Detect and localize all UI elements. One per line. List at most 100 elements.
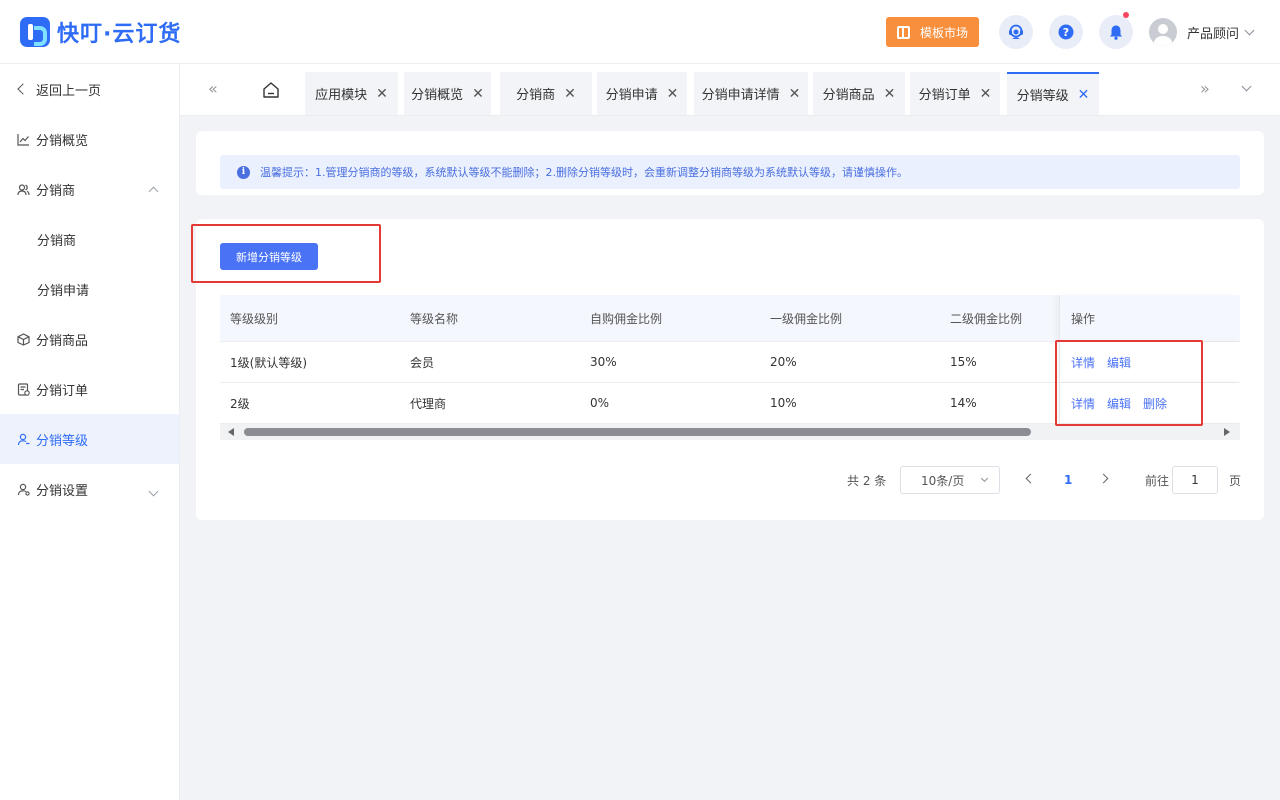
- scroll-left-arrow-icon[interactable]: [228, 428, 234, 436]
- close-icon[interactable]: ✕: [884, 86, 896, 102]
- customer-service-button[interactable]: [999, 15, 1033, 49]
- self-rate-cell: 0%: [590, 396, 610, 410]
- tab-label: 分销申请: [605, 88, 658, 103]
- tab-label: 应用模块: [315, 88, 368, 103]
- column-header: 等级级别: [230, 311, 279, 326]
- bell-icon: [1110, 25, 1122, 40]
- sidebar-subitem-distributors[interactable]: 分销商: [0, 214, 179, 264]
- l2-rate-cell: 15%: [950, 355, 977, 369]
- sidebar-item-label: 分销商: [36, 183, 76, 199]
- goto-page-input[interactable]: [1172, 466, 1218, 494]
- close-icon[interactable]: ✕: [472, 86, 484, 102]
- close-icon[interactable]: ✕: [789, 86, 801, 102]
- tabs-scroll-left-icon[interactable]: «: [208, 81, 218, 97]
- tab-application-detail[interactable]: 分销申请详情 ✕: [694, 72, 808, 115]
- actions-cell: 详情 编辑: [1059, 342, 1240, 382]
- sidebar-item-levels[interactable]: 分销等级: [0, 414, 179, 464]
- horizontal-scrollbar[interactable]: [220, 424, 1240, 440]
- sidebar-item-settings[interactable]: 分销设置: [0, 464, 179, 514]
- help-button[interactable]: ?: [1049, 15, 1083, 49]
- tab-bar: « 应用模块 ✕ 分销概览 ✕ 分销商 ✕ 分销申请 ✕ 分销申请详情 ✕ 分销商品 ✕ 分…: [180, 64, 1280, 116]
- close-icon[interactable]: ✕: [564, 86, 576, 102]
- back-link[interactable]: 返回上一页: [0, 64, 179, 114]
- chevron-down-icon: [980, 474, 989, 483]
- template-market-label: 模板市场: [919, 25, 968, 40]
- chevron-up-icon: [148, 184, 159, 199]
- edit-link[interactable]: 编辑: [1107, 354, 1131, 371]
- chevron-down-icon: [1244, 25, 1255, 35]
- sidebar-item-label: 分销商: [37, 233, 77, 249]
- detail-link[interactable]: 详情: [1071, 395, 1095, 412]
- logo-text: 快叮·云订货: [57, 22, 182, 47]
- logo-mark-icon: [20, 17, 50, 47]
- svg-text:?: ?: [1063, 26, 1069, 39]
- users-icon: [17, 183, 30, 196]
- user-level-icon: [17, 433, 30, 446]
- tab-products[interactable]: 分销商品 ✕: [813, 72, 905, 115]
- top-header: 快叮·云订货 模板市场 ? 产品顾问: [0, 0, 1280, 64]
- sidebar-item-distributors[interactable]: 分销商: [0, 164, 179, 214]
- sidebar-item-overview[interactable]: 分销概览: [0, 114, 179, 164]
- page-size-value: 10条/页: [921, 473, 965, 488]
- prev-page-icon[interactable]: [1025, 473, 1036, 484]
- headset-icon: [1009, 24, 1023, 39]
- level-cell: 1级(默认等级): [230, 355, 307, 370]
- sidebar-item-label: 分销商品: [36, 333, 89, 349]
- sidebar-subitem-applications[interactable]: 分销申请: [0, 264, 179, 314]
- tab-orders[interactable]: 分销订单 ✕: [910, 72, 1000, 115]
- level-cell: 2级: [230, 396, 250, 411]
- add-level-button[interactable]: 新增分销等级: [220, 243, 318, 270]
- sidebar-item-products[interactable]: 分销商品: [0, 314, 179, 364]
- tabs-scroll-right-icon[interactable]: »: [1200, 81, 1210, 97]
- main-card: 新增分销等级 等级级别 等级名称 自购佣金比例 一级佣金比例 二级佣金比例 操作…: [196, 219, 1264, 520]
- scroll-thumb[interactable]: [244, 428, 1031, 436]
- info-icon: i: [237, 165, 250, 179]
- tab-label: 分销订单: [918, 88, 971, 103]
- user-settings-icon: [17, 483, 30, 496]
- page-size-select[interactable]: 10条/页: [900, 466, 1000, 494]
- notification-dot: [1123, 12, 1129, 18]
- close-icon[interactable]: ✕: [1078, 87, 1090, 103]
- notice-banner: i 温馨提示：1.管理分销商的等级，系统默认等级不能删除；2.删除分销等级时，会…: [220, 155, 1240, 189]
- tab-label: 分销等级: [1016, 89, 1069, 104]
- next-page-icon[interactable]: [1098, 473, 1109, 484]
- page-number-current[interactable]: 1: [1064, 466, 1072, 494]
- table-header-row: 等级级别 等级名称 自购佣金比例 一级佣金比例 二级佣金比例 操作: [220, 295, 1240, 342]
- sidebar-item-label: 分销概览: [36, 133, 89, 149]
- close-icon[interactable]: ✕: [667, 86, 679, 102]
- close-icon[interactable]: ✕: [376, 86, 388, 102]
- column-header: 二级佣金比例: [950, 311, 1023, 326]
- tab-distributors[interactable]: 分销商 ✕: [500, 72, 592, 115]
- delete-link[interactable]: 删除: [1143, 395, 1167, 412]
- l1-rate-cell: 20%: [770, 355, 797, 369]
- template-market-button[interactable]: 模板市场: [886, 17, 979, 47]
- edit-link[interactable]: 编辑: [1107, 395, 1131, 412]
- scroll-right-arrow-icon[interactable]: [1224, 428, 1230, 436]
- tabs-menu-chevron-down-icon[interactable]: [1241, 81, 1252, 92]
- tab-label: 分销申请详情: [701, 88, 780, 103]
- page-suffix: 页: [1229, 473, 1242, 488]
- order-icon: [17, 382, 30, 396]
- home-icon[interactable]: [260, 79, 282, 101]
- name-cell: 会员: [410, 355, 435, 370]
- user-menu[interactable]: 产品顾问: [1149, 18, 1255, 46]
- sidebar-item-label: 分销设置: [36, 483, 89, 499]
- sidebar-item-orders[interactable]: 分销订单: [0, 364, 179, 414]
- tab-app-modules[interactable]: 应用模块 ✕: [305, 72, 398, 115]
- column-header: 操作: [1059, 295, 1240, 341]
- notification-button[interactable]: [1099, 12, 1133, 49]
- detail-link[interactable]: 详情: [1071, 354, 1095, 371]
- tab-overview[interactable]: 分销概览 ✕: [404, 72, 491, 115]
- actions-cell: 详情 编辑 删除: [1059, 383, 1240, 423]
- close-icon[interactable]: ✕: [980, 86, 992, 102]
- tab-levels[interactable]: 分销等级 ✕: [1007, 72, 1099, 115]
- user-name: 产品顾问: [1187, 26, 1240, 42]
- sidebar-item-label: 分销申请: [37, 283, 90, 299]
- column-header: 自购佣金比例: [590, 311, 663, 326]
- tab-applications[interactable]: 分销申请 ✕: [597, 72, 687, 115]
- logo[interactable]: 快叮·云订货: [20, 16, 181, 48]
- help-icon: ?: [1058, 24, 1074, 40]
- back-label: 返回上一页: [36, 83, 102, 99]
- notice-text: 温馨提示：1.管理分销商的等级，系统默认等级不能删除；2.删除分销等级时，会重新…: [260, 166, 908, 179]
- tab-label: 分销商: [516, 88, 556, 103]
